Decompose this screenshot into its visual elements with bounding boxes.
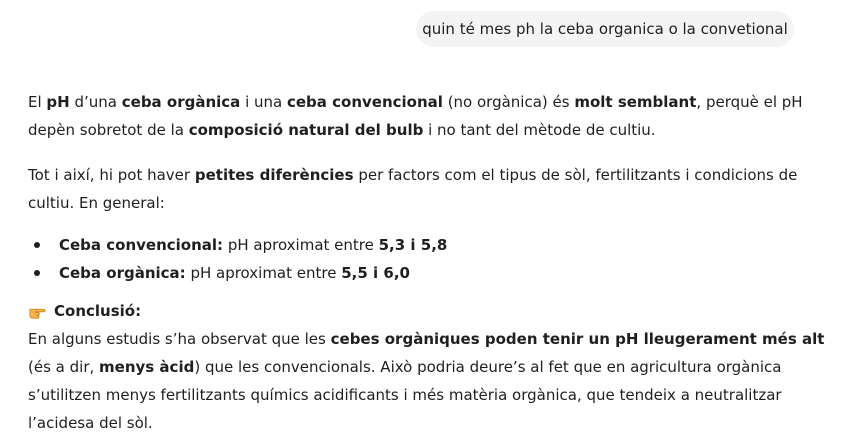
text-run: Tot i així, hi pot haver [28, 166, 195, 184]
bullet-label: Ceba convencional: [59, 236, 224, 254]
bold-run: ceba orgànica [121, 93, 241, 111]
bullet-icon [34, 270, 40, 276]
list-item: Ceba orgànica: pH aproximat entre 5,5 i … [28, 259, 447, 287]
bullet-text: pH aproximat entre [223, 236, 379, 254]
user-message-text: quin té mes ph la ceba organica o la con… [422, 20, 788, 38]
text-run: (és a dir, [28, 358, 100, 376]
bold-run: ceba convencional [286, 93, 443, 111]
text-run: (no orgànica) és [442, 93, 575, 111]
bold-run: menys àcid [99, 358, 195, 376]
bold-run: pH [46, 93, 70, 111]
paragraph-differences: Tot i així, hi pot haver petites diferèn… [28, 161, 828, 217]
ph-list: Ceba convencional: pH aproximat entre 5,… [28, 231, 447, 287]
bullet-text: pH aproximat entre [185, 264, 342, 282]
bullet-range: 5,5 i 6,0 [341, 264, 410, 282]
bullet-range: 5,3 i 5,8 [378, 236, 448, 254]
bullet-icon [34, 242, 40, 248]
text-run: El [28, 93, 47, 111]
conclusion-title: Conclusió: [54, 302, 142, 320]
text-run: i no tant del mètode de cultiu. [423, 121, 656, 139]
pointing-hand-icon [29, 308, 46, 319]
user-message-bubble: quin té mes ph la ceba organica o la con… [416, 11, 794, 47]
conclusion-heading: Conclusió: [28, 297, 141, 325]
bold-run: molt semblant [574, 93, 697, 111]
text-run: d’una [69, 93, 122, 111]
bold-run: petites diferències [194, 166, 354, 184]
list-item: Ceba convencional: pH aproximat entre 5,… [28, 231, 447, 259]
bullet-label: Ceba orgànica: [59, 264, 186, 282]
text-run: En alguns estudis s’ha observat que les [28, 330, 331, 348]
text-run: i una [240, 93, 287, 111]
paragraph-conclusion: En alguns estudis s’ha observat que les … [28, 325, 828, 437]
paragraph-intro: El pH d’una ceba orgànica i una ceba con… [28, 88, 828, 144]
bold-run: composició natural del bulb [188, 121, 424, 139]
bold-run: cebes orgàniques poden tenir un pH lleug… [330, 330, 825, 348]
